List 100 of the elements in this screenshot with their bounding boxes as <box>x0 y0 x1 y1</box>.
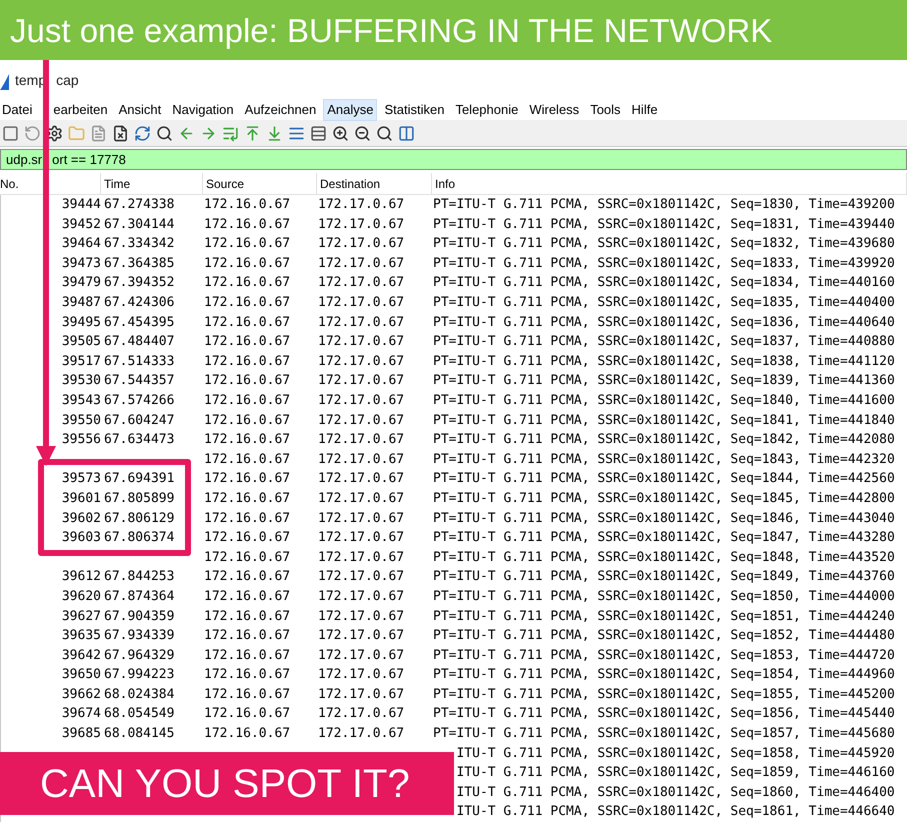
table-cell: 39517 <box>62 354 101 369</box>
table-cell: 172.16.0.67 <box>204 726 290 742</box>
table-cell: 172.17.0.67 <box>318 392 404 408</box>
zoom-reset-icon[interactable] <box>376 124 393 142</box>
table-cell: 67.274338 <box>104 197 174 212</box>
menu-item[interactable]: Datei <box>0 99 36 121</box>
table-cell: 39685 <box>62 726 101 742</box>
window-title: cap <box>55 70 79 90</box>
close-file-icon[interactable] <box>112 124 129 142</box>
last-packet-icon[interactable] <box>266 124 283 142</box>
column-header[interactable]: Source <box>206 174 244 192</box>
table-cell: 172.16.0.67 <box>204 334 290 350</box>
menu-item[interactable]: Tools <box>586 99 625 121</box>
table-cell: 67.964329 <box>104 648 174 663</box>
reload-icon[interactable] <box>134 124 151 142</box>
zoom-out-icon[interactable] <box>354 124 371 142</box>
table-cell: PT=ITU-T G.711 PCMA, SSRC=0x1801142C, Seq=1852, Time=444480 <box>433 628 895 644</box>
filter-field[interactable]: udp.sr ort == 17778 <box>1 150 906 169</box>
table-cell: 172.16.0.67 <box>204 392 290 408</box>
table-cell: 39464 <box>62 236 101 252</box>
file-icon[interactable] <box>90 124 107 142</box>
table-cell: 172.17.0.67 <box>318 686 404 702</box>
restart-icon[interactable] <box>24 124 41 142</box>
table-cell: 67.514333 <box>104 354 174 369</box>
table-cell: ITU-T G.711 PCMA, SSRC=0x1801142C, Seq=1858, Time=445920 <box>456 746 895 761</box>
table-cell: 172.17.0.67 <box>318 726 404 742</box>
table-cell: 39495 <box>62 314 101 330</box>
menu-item[interactable]: Aufzeichnen <box>240 99 320 121</box>
column-header[interactable]: Info <box>435 174 456 192</box>
table-cell: 39444 <box>62 197 101 212</box>
table-cell: 67.844253 <box>104 569 174 584</box>
table-cell: 172.16.0.67 <box>204 236 290 252</box>
table-cell: 172.17.0.67 <box>318 628 404 644</box>
table-cell: 39612 <box>62 569 101 584</box>
table-cell: PT=ITU-T G.711 PCMA, SSRC=0x1801142C, Seq=1840, Time=441600 <box>433 392 895 408</box>
menu-item[interactable]: Telephonie <box>451 99 522 121</box>
table-cell: PT=ITU-T G.711 PCMA, SSRC=0x1801142C, Seq=1855, Time=445200 <box>433 686 895 702</box>
table-cell: PT=ITU-T G.711 PCMA, SSRC=0x1801142C, Seq=1837, Time=440880 <box>433 334 895 350</box>
table-cell: 172.16.0.67 <box>204 510 290 526</box>
table-cell: 172.16.0.67 <box>204 216 290 232</box>
column-header[interactable]: Time <box>104 174 130 192</box>
table-cell: 39505 <box>62 334 101 350</box>
table-cell: ITU-T G.711 PCMA, SSRC=0x1801142C, Seq=1859, Time=446160 <box>456 765 895 780</box>
table-cell: PT=ITU-T G.711 PCMA, SSRC=0x1801142C, Seq=1857, Time=445680 <box>433 726 895 742</box>
menu-item[interactable]: Ansicht <box>114 99 166 121</box>
table-cell: 39603 <box>62 530 101 546</box>
menu-item[interactable]: Analyse <box>323 99 378 121</box>
table-cell: 172.17.0.67 <box>318 354 404 369</box>
column-header[interactable]: Destination <box>320 174 380 192</box>
first-packet-icon[interactable] <box>244 124 261 142</box>
table-cell: 172.17.0.67 <box>318 569 404 584</box>
table-cell: ITU-T G.711 PCMA, SSRC=0x1801142C, Seq=1861, Time=446640 <box>456 804 895 820</box>
menu-item[interactable]: Statistiken <box>380 99 448 121</box>
search-icon[interactable] <box>156 124 173 142</box>
table-cell: 172.17.0.67 <box>318 256 404 271</box>
column-header[interactable]: No. <box>0 174 19 192</box>
table-cell: 67.304144 <box>104 216 174 232</box>
table-cell: 172.16.0.67 <box>204 452 290 467</box>
menu-item[interactable]: Wireless <box>525 99 584 121</box>
table-cell: 67.994223 <box>104 667 174 682</box>
table-cell: 39674 <box>62 706 101 722</box>
table-cell: ITU-T G.711 PCMA, SSRC=0x1801142C, Seq=1860, Time=446400 <box>456 784 895 800</box>
table-cell: 172.16.0.67 <box>204 412 290 428</box>
table-cell: 39627 <box>62 608 101 624</box>
menu-item[interactable]: earbeiten <box>39 99 112 121</box>
table-cell: 172.16.0.67 <box>204 530 290 546</box>
table-cell: 172.17.0.67 <box>318 490 404 506</box>
table-cell: PT=ITU-T G.711 PCMA, SSRC=0x1801142C, Seq=1834, Time=440160 <box>433 275 895 290</box>
menu-item[interactable]: Hilfe <box>628 99 662 121</box>
table-cell: 172.17.0.67 <box>318 588 404 604</box>
table-cell: PT=ITU-T G.711 PCMA, SSRC=0x1801142C, Seq=1836, Time=440640 <box>433 314 895 330</box>
table-cell: 67.805899 <box>104 490 174 506</box>
colorize-icon[interactable] <box>310 124 327 142</box>
stop-icon[interactable] <box>2 124 19 142</box>
zoom-in-icon[interactable] <box>332 124 349 142</box>
table-cell: 172.17.0.67 <box>318 706 404 722</box>
table-cell: 67.694391 <box>104 471 174 486</box>
table-cell: 67.574266 <box>104 392 174 408</box>
settings-icon[interactable] <box>46 124 63 142</box>
table-cell: PT=ITU-T G.711 PCMA, SSRC=0x1801142C, Seq=1851, Time=444240 <box>433 608 895 624</box>
table-cell: 172.16.0.67 <box>204 490 290 506</box>
table-cell: 39602 <box>62 510 101 526</box>
app-logo-icon <box>0 74 9 90</box>
table-cell: 172.17.0.67 <box>318 667 404 682</box>
menu-item[interactable]: Navigation <box>168 99 238 121</box>
table-cell: 172.17.0.67 <box>318 452 404 467</box>
table-cell: PT=ITU-T G.711 PCMA, SSRC=0x1801142C, Seq=1847, Time=443280 <box>433 530 895 546</box>
resize-columns-icon[interactable] <box>398 124 415 142</box>
table-cell: PT=ITU-T G.711 PCMA, SSRC=0x1801142C, Seq=1849, Time=443760 <box>433 569 895 584</box>
table-cell: 67.934339 <box>104 628 174 644</box>
table-cell: PT=ITU-T G.711 PCMA, SSRC=0x1801142C, Seq=1850, Time=444000 <box>433 588 895 604</box>
table-cell: 39662 <box>62 686 101 702</box>
table-cell: 172.16.0.67 <box>204 628 290 644</box>
table-cell: 172.16.0.67 <box>204 706 290 722</box>
table-cell: PT=ITU-T G.711 PCMA, SSRC=0x1801142C, Seq=1856, Time=445440 <box>433 706 895 722</box>
table-cell: 39479 <box>62 275 101 290</box>
table-cell: 39556 <box>62 432 101 448</box>
table-cell: 39573 <box>62 471 101 486</box>
table-cell: 172.17.0.67 <box>318 471 404 486</box>
table-cell: 67.806129 <box>104 510 174 526</box>
